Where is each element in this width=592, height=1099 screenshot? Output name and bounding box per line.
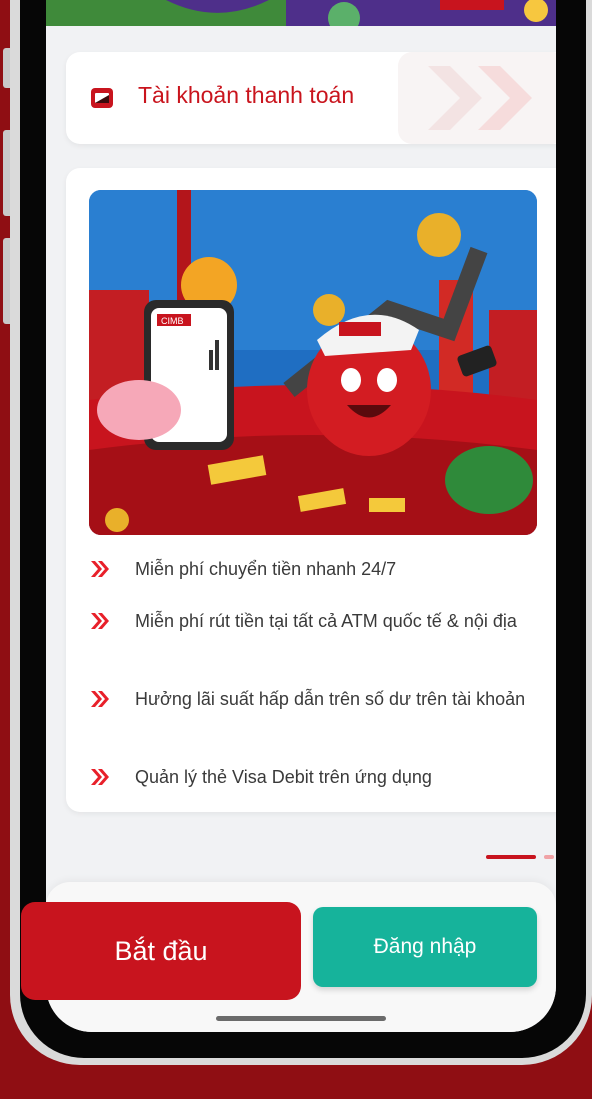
double-chevron-right-icon — [91, 769, 109, 785]
double-chevron-right-icon — [91, 691, 109, 707]
feature-text: Hưởng lãi suất hấp dẫn trên số dư trên t… — [135, 689, 526, 709]
account-tab-card[interactable]: Tài khoản thanh toán — [66, 52, 556, 144]
card-icon — [91, 88, 113, 108]
feature-text: Miễn phí rút tiền tại tất cả ATM quốc tế… — [135, 611, 517, 631]
home-indicator — [216, 1016, 386, 1021]
double-chevron-right-icon — [91, 613, 109, 629]
start-button[interactable]: Bắt đầu — [21, 902, 301, 1000]
feature-text: Miễn phí chuyển tiền nhanh 24/7 — [135, 559, 397, 579]
pager-dot[interactable] — [544, 855, 554, 859]
top-banner-image — [46, 0, 556, 34]
login-button[interactable]: Đăng nhập — [313, 907, 537, 987]
double-chevron-right-icon — [91, 561, 109, 577]
feature-text: Quản lý thẻ Visa Debit trên ứng dụng — [135, 767, 432, 787]
promo-card: CIMB Miễn phí chuyển tiền nhanh 24/7 Miễ… — [66, 168, 556, 812]
tab-label: Tài khoản thanh toán — [138, 82, 355, 108]
decorative-chevron-icon — [398, 52, 556, 144]
phone-logo-text: CIMB — [161, 316, 184, 326]
app-screen: Tài khoản thanh toán CIMB Miễn phí chuyể… — [46, 0, 556, 1032]
promo-illustration: CIMB — [89, 190, 537, 535]
pager-dot-active[interactable] — [486, 855, 536, 859]
